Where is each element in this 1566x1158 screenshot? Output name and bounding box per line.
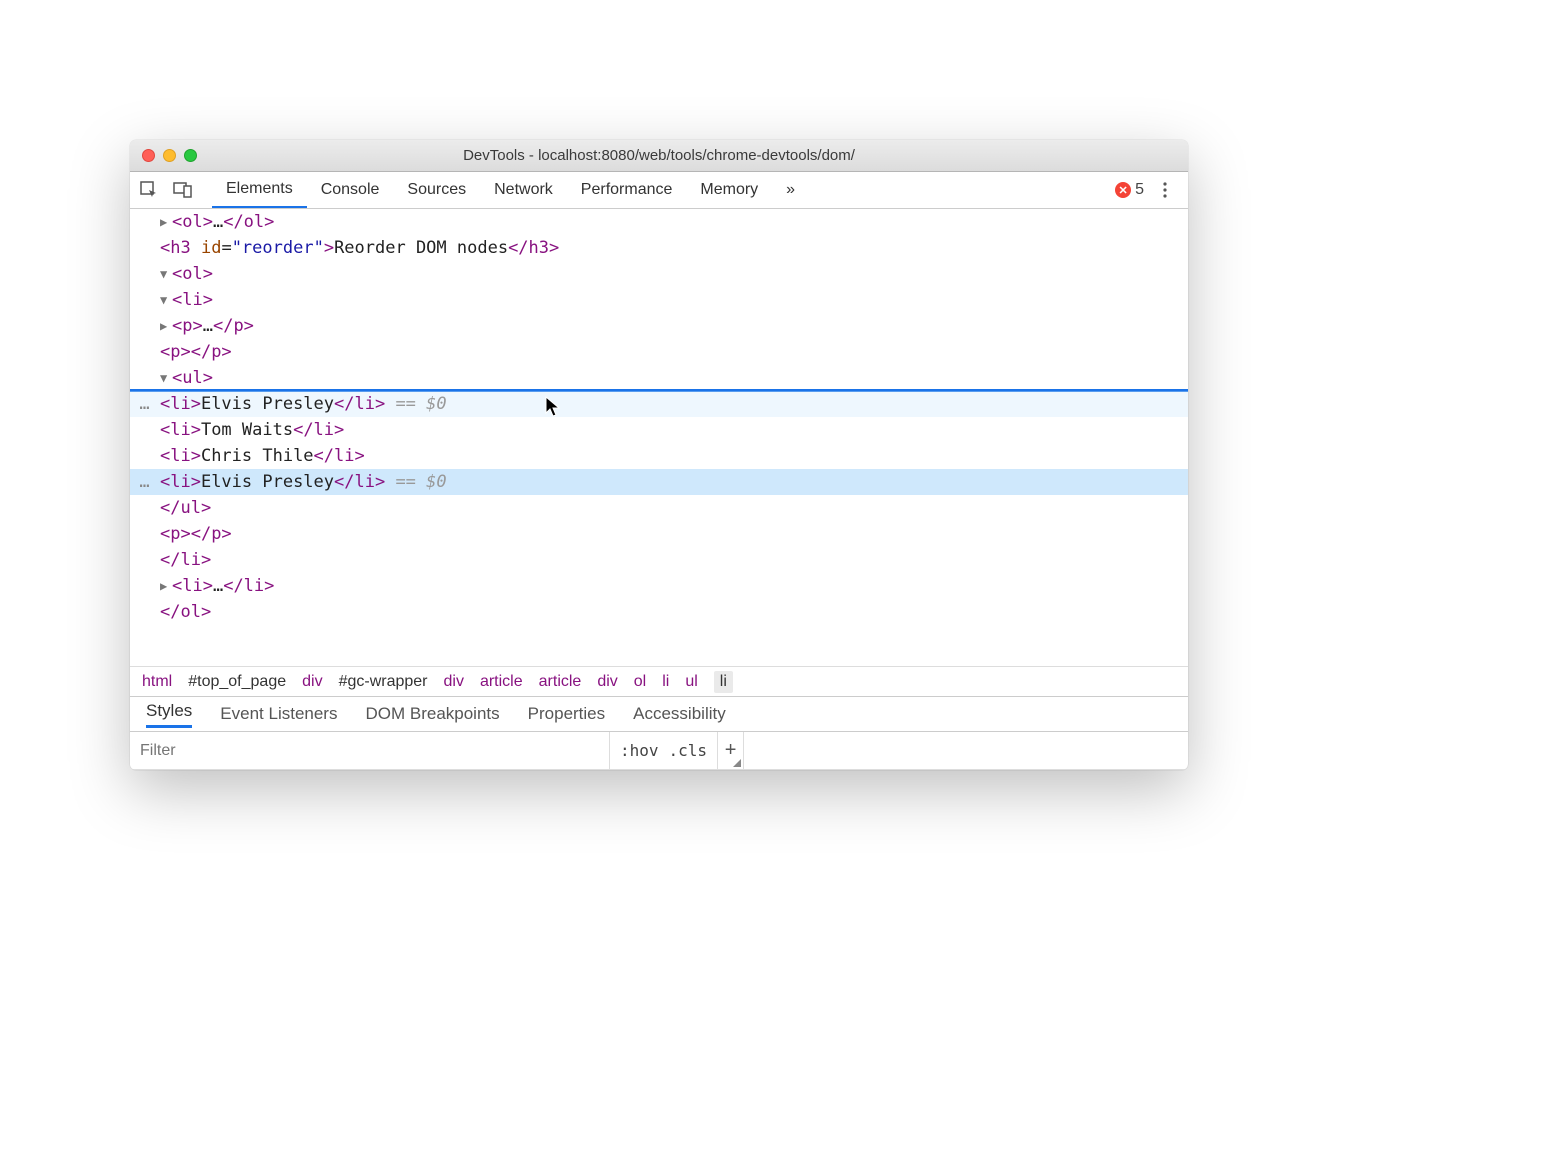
- crumb-div[interactable]: div: [444, 673, 464, 691]
- crumb-li-selected[interactable]: li: [714, 671, 733, 693]
- tree-row[interactable]: <h3 id="reorder">Reorder DOM nodes</h3>: [130, 235, 1188, 261]
- collapse-arrow-icon[interactable]: [160, 261, 172, 287]
- crumb-html[interactable]: html: [142, 673, 172, 691]
- crumb-div[interactable]: div: [597, 673, 617, 691]
- styles-content: [744, 732, 1188, 769]
- tree-row-selected[interactable]: … <li>Elvis Presley</li> == $0: [130, 469, 1188, 495]
- tab-console[interactable]: Console: [307, 172, 394, 208]
- expand-arrow-icon[interactable]: [160, 313, 172, 339]
- styles-subtabs: Styles Event Listeners DOM Breakpoints P…: [130, 696, 1188, 732]
- crumb-article[interactable]: article: [480, 673, 523, 691]
- devtools-window: DevTools - localhost:8080/web/tools/chro…: [130, 140, 1188, 770]
- tab-performance[interactable]: Performance: [567, 172, 687, 208]
- collapse-arrow-icon[interactable]: [160, 365, 172, 391]
- crumb-top-of-page[interactable]: #top_of_page: [188, 673, 286, 691]
- tree-row[interactable]: </ul>: [130, 495, 1188, 521]
- tree-row[interactable]: <p></p>: [130, 339, 1188, 365]
- tree-row[interactable]: <ol>…</ol>: [130, 209, 1188, 235]
- expand-arrow-icon[interactable]: [160, 209, 172, 235]
- tree-row[interactable]: <li>…</li>: [130, 573, 1188, 599]
- tree-row[interactable]: <li>Tom Waits</li>: [130, 417, 1188, 443]
- crumb-ul[interactable]: ul: [685, 673, 697, 691]
- collapse-arrow-icon[interactable]: [160, 287, 172, 313]
- error-icon: ✕: [1115, 182, 1131, 198]
- cursor-icon: [545, 396, 561, 418]
- inspect-element-icon[interactable]: [138, 179, 160, 201]
- close-icon[interactable]: [142, 149, 155, 162]
- main-toolbar: Elements Console Sources Network Perform…: [130, 172, 1188, 209]
- tree-row[interactable]: <ul>: [130, 365, 1188, 391]
- styles-filter-input[interactable]: [130, 732, 610, 769]
- subtab-styles[interactable]: Styles: [146, 701, 192, 728]
- plus-icon: +: [725, 739, 737, 762]
- tree-row[interactable]: <li>Chris Thile</li>: [130, 443, 1188, 469]
- tree-row[interactable]: </li>: [130, 547, 1188, 573]
- fullscreen-icon[interactable]: [184, 149, 197, 162]
- toggle-hov-button[interactable]: :hov: [620, 741, 659, 760]
- subtab-properties[interactable]: Properties: [528, 704, 605, 724]
- new-style-rule-button[interactable]: +: [718, 732, 744, 769]
- subtab-dom-breakpoints[interactable]: DOM Breakpoints: [365, 704, 499, 724]
- subtab-event-listeners[interactable]: Event Listeners: [220, 704, 337, 724]
- tab-memory[interactable]: Memory: [686, 172, 772, 208]
- crumb-ol[interactable]: ol: [634, 673, 646, 691]
- tab-sources[interactable]: Sources: [393, 172, 480, 208]
- tree-row[interactable]: <ol>: [130, 261, 1188, 287]
- window-title: DevTools - localhost:8080/web/tools/chro…: [130, 147, 1188, 164]
- minimize-icon[interactable]: [163, 149, 176, 162]
- tree-row[interactable]: <li>: [130, 287, 1188, 313]
- toolbar-right: ✕ 5: [1115, 179, 1188, 201]
- tree-row[interactable]: <p></p>: [130, 521, 1188, 547]
- overflow-gutter-icon[interactable]: …: [139, 472, 150, 492]
- tree-row[interactable]: </ol>: [130, 599, 1188, 625]
- crumb-gc-wrapper[interactable]: #gc-wrapper: [339, 673, 428, 691]
- titlebar: DevTools - localhost:8080/web/tools/chro…: [130, 140, 1188, 172]
- overflow-gutter-icon[interactable]: …: [139, 394, 150, 414]
- tree-row-dragging[interactable]: … <li>Elvis Presley</li> == $0: [130, 391, 1188, 417]
- crumb-li[interactable]: li: [662, 673, 669, 691]
- tab-network[interactable]: Network: [480, 172, 567, 208]
- kebab-menu-icon[interactable]: [1154, 179, 1176, 201]
- breadcrumb: html #top_of_page div #gc-wrapper div ar…: [130, 666, 1188, 696]
- subtab-accessibility[interactable]: Accessibility: [633, 704, 726, 724]
- tabs-overflow[interactable]: »: [772, 172, 809, 208]
- crumb-div[interactable]: div: [302, 673, 322, 691]
- error-count-badge[interactable]: ✕ 5: [1115, 181, 1144, 199]
- toggle-cls-button[interactable]: .cls: [669, 741, 708, 760]
- toolbar-left: [130, 179, 202, 201]
- tree-row[interactable]: <p>…</p>: [130, 313, 1188, 339]
- expand-arrow-icon[interactable]: [160, 573, 172, 599]
- device-toggle-icon[interactable]: [172, 179, 194, 201]
- styles-controls: :hov .cls: [610, 732, 718, 769]
- panel-tabs: Elements Console Sources Network Perform…: [202, 172, 809, 208]
- crumb-article[interactable]: article: [539, 673, 582, 691]
- error-count: 5: [1135, 181, 1144, 199]
- styles-toolbar: :hov .cls +: [130, 732, 1188, 770]
- tab-elements[interactable]: Elements: [212, 172, 307, 208]
- traffic-lights: [130, 149, 197, 162]
- elements-tree[interactable]: <ol>…</ol> <h3 id="reorder">Reorder DOM …: [130, 209, 1188, 666]
